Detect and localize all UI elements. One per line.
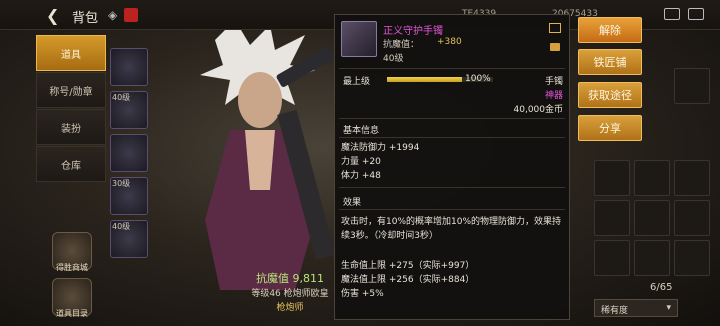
divider <box>339 209 565 210</box>
button-label: 解除 <box>599 24 621 37</box>
smith-button[interactable]: 铁匠铺 <box>578 49 642 75</box>
item-type: 手镯 <box>544 77 563 87</box>
item-tooltip: 正义守护手镯 抗魔值： +380 40级 最上级 100% 手镯 神器 40,0… <box>334 14 570 320</box>
divider <box>339 118 565 119</box>
tab-label: 装扮 <box>61 123 81 135</box>
inventory-cell[interactable] <box>594 200 630 236</box>
divider <box>339 187 565 188</box>
grade-bar-fill <box>387 77 462 82</box>
item-price: 40,000金币 <box>513 105 564 115</box>
item-name: 正义守护手镯 <box>383 26 443 37</box>
character-portrait <box>200 20 336 290</box>
stat-line: 力量 +20 <box>341 157 381 167</box>
page-title: 背包 <box>72 11 99 26</box>
inventory-cell[interactable] <box>674 160 710 196</box>
inventory-cell[interactable] <box>594 160 630 196</box>
stat-line: 魔法防御力 +1994 <box>341 143 420 153</box>
slot-level: 40级 <box>112 93 131 102</box>
tab-label: 道具 <box>61 49 81 61</box>
tab-label: 称号/勋章 <box>49 86 93 98</box>
inventory-cell[interactable] <box>594 240 630 276</box>
inventory-cell[interactable] <box>634 200 670 236</box>
item-level: 40级 <box>383 54 404 64</box>
base-info-title: 基本信息 <box>343 126 380 136</box>
effect-title: 效果 <box>343 198 362 208</box>
menu-icon[interactable] <box>688 8 704 20</box>
slot-level: 30级 <box>112 179 131 188</box>
resist-value: 抗魔值 9,811 <box>256 272 324 285</box>
divider <box>339 137 565 138</box>
sort-label: 稀有度 <box>601 306 629 316</box>
inventory-count: 6/65 <box>650 282 673 293</box>
share-icon[interactable] <box>549 23 561 33</box>
tooltip-header: 正义守护手镯 抗魔值： +380 40级 <box>335 15 569 67</box>
mail-icon[interactable] <box>124 8 138 22</box>
grade-percent: 100% <box>465 74 491 84</box>
tab-items[interactable]: 道具 <box>36 35 106 71</box>
inventory-cell[interactable] <box>634 160 670 196</box>
category-tabs: 道具 称号/勋章 装扮 仓库 <box>36 35 106 183</box>
character-level: 等级46 枪炮师欧皇 <box>251 289 329 299</box>
source-button[interactable]: 获取途径 <box>578 82 642 108</box>
inventory-cell[interactable] <box>634 240 670 276</box>
dismantle-button[interactable]: 解除 <box>578 17 642 43</box>
divider <box>339 68 565 69</box>
chevron-down-icon: ▾ <box>666 303 671 313</box>
effect-line: 生命值上限 +275（实际+997） <box>341 261 475 271</box>
equip-slot[interactable] <box>110 134 148 172</box>
tab-storage[interactable]: 仓库 <box>36 146 106 182</box>
inventory-cell[interactable] <box>674 200 710 236</box>
share-button[interactable]: 分享 <box>578 115 642 141</box>
item-resist-value: +380 <box>437 37 462 47</box>
button-label: 铁匠铺 <box>593 56 627 69</box>
diamond-icon[interactable]: ◈ <box>108 8 122 22</box>
character-job: 枪炮师 <box>276 303 304 313</box>
tab-titles[interactable]: 称号/勋章 <box>36 72 106 108</box>
back-arrow-icon[interactable]: ❮ <box>46 6 59 25</box>
catalog-label: 道具目录 <box>56 309 88 318</box>
button-label: 分享 <box>599 122 621 135</box>
stat-line: 体力 +48 <box>341 171 381 181</box>
inventory-cell[interactable] <box>674 68 710 104</box>
item-rarity: 神器 <box>544 91 563 101</box>
tab-label: 仓库 <box>61 160 81 172</box>
sort-dropdown[interactable]: 稀有度 ▾ <box>594 299 678 317</box>
chat-icon[interactable] <box>664 8 680 20</box>
tab-avatar[interactable]: 装扮 <box>36 109 106 145</box>
lock-icon[interactable] <box>550 43 560 51</box>
effect-line: 攻击时，有10%的概率增加10%的物理防御力，效果持 <box>341 217 562 227</box>
button-label: 获取途径 <box>588 89 632 102</box>
effect-line: 续3秒。（冷却时间3秒） <box>341 231 438 241</box>
bracelet-icon <box>341 21 377 57</box>
grade-label: 最上级 <box>343 77 371 87</box>
inventory-cell[interactable] <box>674 240 710 276</box>
effect-line: 魔法值上限 +256（实际+884） <box>341 275 475 285</box>
effect-line: 伤害 +5% <box>341 289 384 299</box>
equip-slot[interactable] <box>110 48 148 86</box>
shop-label: 得胜商城 <box>56 263 88 272</box>
slot-level: 40级 <box>112 222 131 231</box>
item-resist-label: 抗魔值： <box>383 40 420 50</box>
